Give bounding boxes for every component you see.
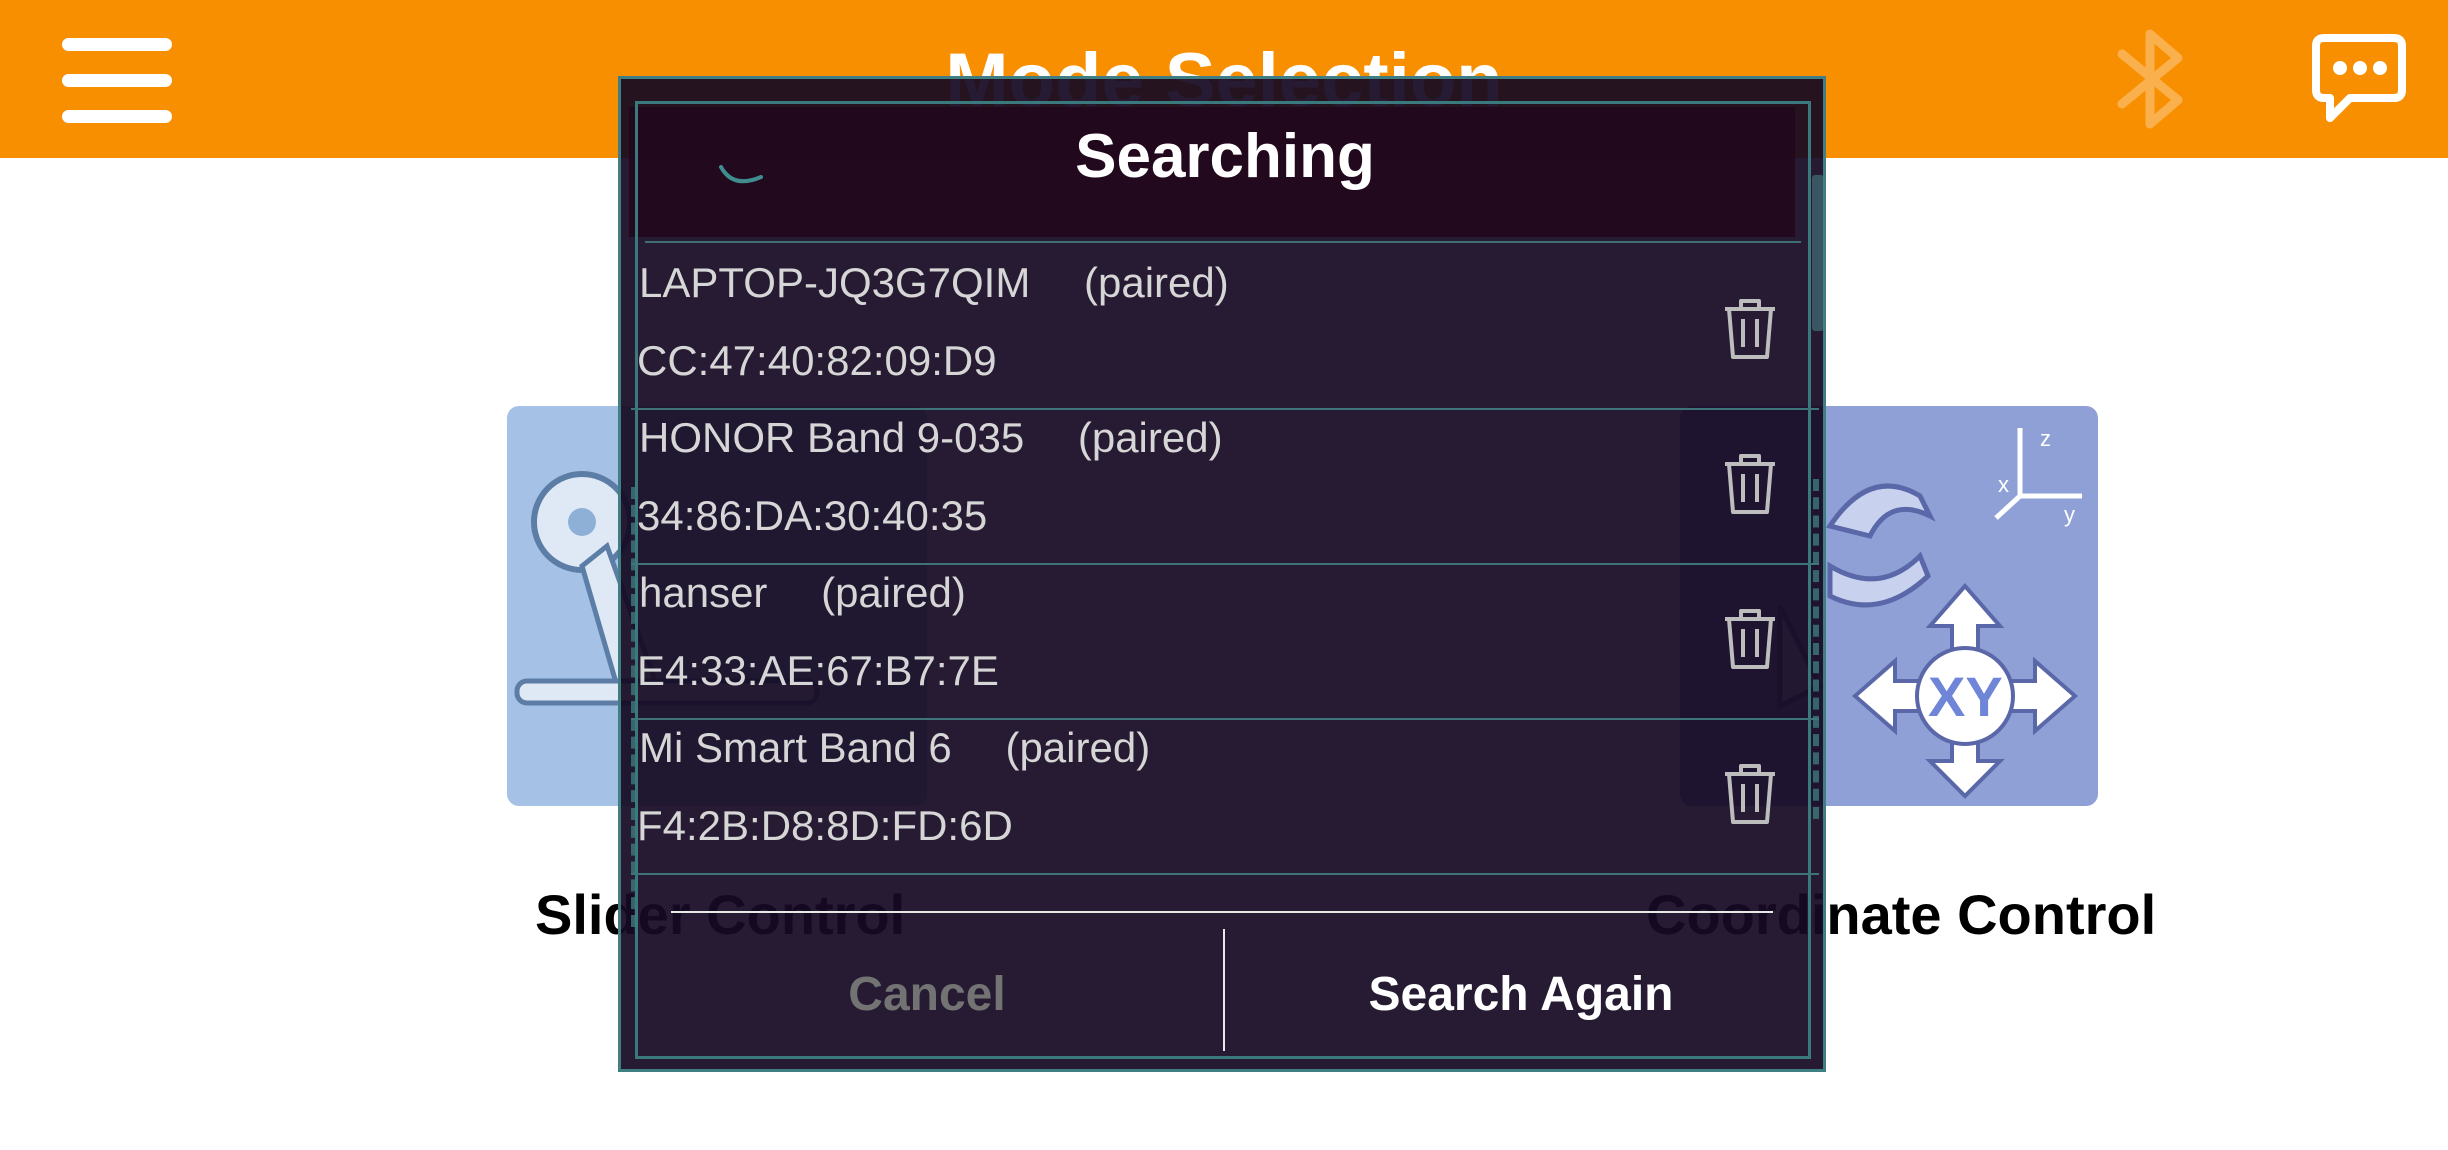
device-list-item[interactable]: HONOR Band 9-035 (paired) 34:86:DA:30:40… [631,410,1819,565]
device-name: hanser (paired) [639,569,966,616]
drag-guide [631,487,637,927]
svg-text:XY: XY [1928,665,2003,728]
divider [671,911,1773,913]
cancel-button[interactable]: Cancel [635,959,1219,1031]
device-list-item[interactable]: hanser (paired) E4:33:AE:67:B7:7E [631,565,1819,720]
trash-icon[interactable] [1717,450,1783,516]
device-list-item[interactable]: LAPTOP-JQ3G7QIM (paired) CC:47:40:82:09:… [631,255,1819,410]
device-address: CC:47:40:82:09:D9 [637,337,997,384]
device-address: E4:33:AE:67:B7:7E [637,647,999,694]
device-address: F4:2B:D8:8D:FD:6D [637,802,1013,849]
chat-bubble-icon[interactable] [2310,32,2408,128]
bluetooth-search-dialog: Searching LAPTOP-JQ3G7QIM (paired) CC:47… [618,76,1826,1072]
svg-text:x: x [1998,472,2009,497]
device-name: HONOR Band 9-035 (paired) [639,414,1223,461]
device-list: LAPTOP-JQ3G7QIM (paired) CC:47:40:82:09:… [631,255,1819,875]
device-name: LAPTOP-JQ3G7QIM (paired) [639,259,1229,306]
device-address: 34:86:DA:30:40:35 [637,492,988,539]
drag-guide [1813,479,1819,819]
divider [645,241,1801,243]
svg-text:z: z [2040,426,2051,451]
button-separator [1223,929,1225,1051]
trash-icon[interactable] [1717,760,1783,826]
dialog-title: Searching [1075,122,1375,191]
trash-icon[interactable] [1717,295,1783,361]
device-list-item[interactable]: Mi Smart Band 6 (paired) F4:2B:D8:8D:FD:… [631,720,1819,875]
device-name: Mi Smart Band 6 (paired) [639,724,1151,771]
trash-icon[interactable] [1717,605,1783,671]
svg-text:y: y [2064,502,2075,527]
bluetooth-icon[interactable] [2104,20,2200,138]
search-again-button[interactable]: Search Again [1229,959,1813,1031]
